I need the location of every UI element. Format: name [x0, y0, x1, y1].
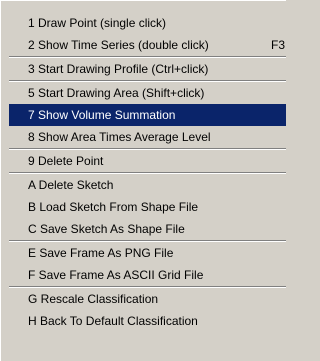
menu-item-label: C Save Sketch As Shape File: [28, 222, 185, 236]
menu-item-show-time-series[interactable]: 2 Show Time Series (double click) F3: [1, 34, 286, 56]
menu-item-label: 3 Start Drawing Profile (Ctrl+click): [28, 62, 209, 76]
menu-item-show-volume-summation[interactable]: 7 Show Volume Summation: [9, 104, 286, 126]
menu-item-shortcut: F3: [271, 38, 286, 52]
menu-item-save-frame-as-ascii-grid[interactable]: F Save Frame As ASCII Grid File: [1, 264, 286, 286]
menu-item-back-to-default-classification[interactable]: H Back To Default Classification: [1, 310, 286, 332]
menu-item-label: 8 Show Area Times Average Level: [28, 130, 211, 144]
menu-item-save-sketch-as-shape-file[interactable]: C Save Sketch As Shape File: [1, 218, 286, 240]
menu-item-label: 2 Show Time Series (double click): [28, 38, 209, 52]
menu-item-label: 9 Delete Point: [28, 154, 104, 168]
menu-item-label: B Load Sketch From Shape File: [28, 200, 199, 214]
context-menu: 1 Draw Point (single click) 2 Show Time …: [0, 0, 286, 361]
menu-item-label: H Back To Default Classification: [28, 314, 198, 328]
menu-item-label: A Delete Sketch: [28, 178, 114, 192]
menu-item-draw-point[interactable]: 1 Draw Point (single click): [1, 12, 286, 34]
menu-item-label: F Save Frame As ASCII Grid File: [28, 268, 204, 282]
menu-item-delete-sketch[interactable]: A Delete Sketch: [1, 174, 286, 196]
menu-item-rescale-classification[interactable]: G Rescale Classification: [1, 288, 286, 310]
menu-item-load-sketch-from-shape-file[interactable]: B Load Sketch From Shape File: [1, 196, 286, 218]
menu-item-save-frame-as-png[interactable]: E Save Frame As PNG File: [1, 242, 286, 264]
menu-item-start-drawing-profile[interactable]: 3 Start Drawing Profile (Ctrl+click): [1, 58, 286, 80]
menu-item-label: G Rescale Classification: [28, 292, 159, 306]
menu-item-label: 5 Start Drawing Area (Shift+click): [28, 86, 205, 100]
menu-item-show-area-times-average-level[interactable]: 8 Show Area Times Average Level: [1, 126, 286, 148]
menu-item-label: 7 Show Volume Summation: [28, 108, 176, 122]
menu-item-delete-point[interactable]: 9 Delete Point: [1, 150, 286, 172]
menu-item-label: E Save Frame As PNG File: [28, 246, 174, 260]
menu-item-start-drawing-area[interactable]: 5 Start Drawing Area (Shift+click): [1, 82, 286, 104]
menu-item-label: 1 Draw Point (single click): [28, 16, 167, 30]
